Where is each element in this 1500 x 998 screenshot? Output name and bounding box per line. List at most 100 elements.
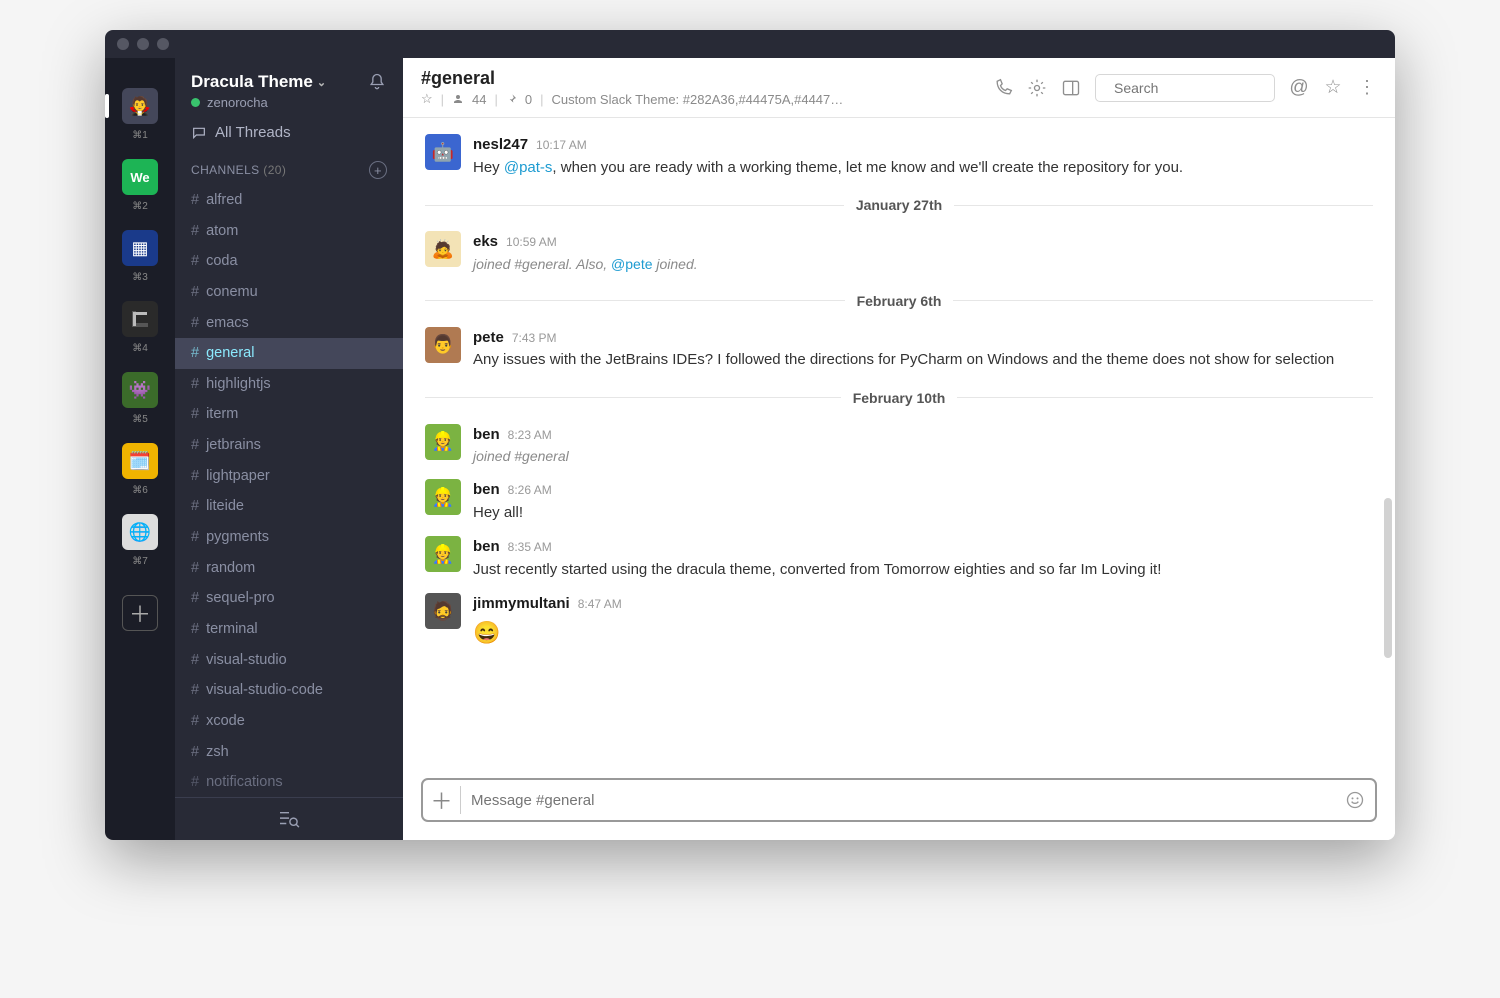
channel-emacs[interactable]: #emacs (175, 308, 403, 339)
channels-section-header: CHANNELS (20) + (175, 147, 403, 185)
details-pane-icon[interactable] (1061, 78, 1081, 98)
message-row: 🙇 eks 10:59 AM joined #general. Also, @pe… (403, 225, 1395, 281)
workspace-item-2[interactable]: We (122, 159, 158, 195)
avatar[interactable]: 🙇 (425, 231, 461, 267)
avatar[interactable]: 👷 (425, 536, 461, 572)
message-row: 👨 pete 7:43 PM Any issues with the JetBra… (403, 321, 1395, 378)
channel-highlightjs[interactable]: #highlightjs (175, 369, 403, 400)
members-icon (452, 93, 464, 105)
message-text: Just recently started using the dracula … (473, 559, 1373, 582)
avatar[interactable]: 🧔 (425, 593, 461, 629)
traffic-light-close[interactable] (117, 38, 129, 50)
mention-link[interactable]: @pete (611, 256, 652, 272)
avatar[interactable]: 👷 (425, 424, 461, 460)
workspace-item-6[interactable]: 🗓️ (122, 443, 158, 479)
channel-jetbrains[interactable]: #jetbrains (175, 430, 403, 461)
channel-topic[interactable]: Custom Slack Theme: #282A36,#44475A,#444… (552, 92, 844, 107)
system-message: joined #general (473, 446, 1373, 467)
date-divider: February 10th (425, 390, 1373, 406)
message-composer: ＋ (403, 768, 1395, 840)
team-name-label: Dracula Theme (191, 72, 313, 92)
channel-list: #alfred #atom #coda #conemu #emacs #gene… (175, 185, 403, 797)
scrollbar[interactable] (1384, 498, 1392, 658)
channel-visual-studio[interactable]: #visual-studio (175, 645, 403, 676)
traffic-light-minimize[interactable] (137, 38, 149, 50)
channel-iterm[interactable]: #iterm (175, 399, 403, 430)
workspace-shortcut-2: ⌘2 (132, 201, 148, 212)
workspace-item-4[interactable] (122, 301, 158, 337)
channel-atom[interactable]: #atom (175, 216, 403, 247)
message-author[interactable]: pete (473, 327, 504, 350)
quick-switcher-icon (278, 810, 300, 828)
emoji-picker-icon[interactable] (1345, 790, 1365, 810)
avatar[interactable]: 👷 (425, 479, 461, 515)
traffic-light-zoom[interactable] (157, 38, 169, 50)
avatar[interactable]: 🤖 (425, 134, 461, 170)
channel-alfred[interactable]: #alfred (175, 185, 403, 216)
message-time: 10:59 AM (506, 233, 557, 251)
current-user-label: zenorocha (207, 95, 268, 110)
workspace-item-3[interactable]: ▦ (122, 230, 158, 266)
more-menu-icon[interactable]: ⋮ (1357, 78, 1377, 98)
message-author[interactable]: nesl247 (473, 134, 528, 157)
member-count[interactable]: 44 (472, 92, 486, 107)
channel-sequel-pro[interactable]: #sequel-pro (175, 583, 403, 614)
call-icon[interactable] (993, 78, 1013, 98)
message-row: 👷 ben 8:35 AM Just recently started using… (403, 530, 1395, 587)
message-time: 8:35 AM (508, 538, 552, 556)
quick-switcher-button[interactable] (175, 797, 403, 840)
team-switcher[interactable]: Dracula Theme ⌄ (191, 72, 326, 92)
channel-lightpaper[interactable]: #lightpaper (175, 461, 403, 492)
mentions-icon[interactable]: @ (1289, 78, 1309, 98)
channel-content: #general ☆| 44| 0| Custom Slack Theme: #… (403, 58, 1395, 840)
message-author[interactable]: ben (473, 536, 500, 559)
message-time: 10:17 AM (536, 136, 587, 154)
message-time: 7:43 PM (512, 329, 557, 347)
channel-terminal[interactable]: #terminal (175, 614, 403, 645)
add-channel-button[interactable]: + (369, 161, 387, 179)
workspace-shortcut-6: ⌘6 (132, 485, 148, 496)
workspace-item-7[interactable]: 🌐 (122, 514, 158, 550)
app-main: 🧛 ⌘1 We ⌘2 ▦ ⌘3 ⌘4 👾 ⌘5 🗓️ ⌘6 🌐 ⌘7 ＋ (105, 58, 1395, 840)
compose-input[interactable] (471, 792, 1335, 809)
workspace-item-5[interactable]: 👾 (122, 372, 158, 408)
message-author[interactable]: jimmymultani (473, 593, 570, 616)
user-presence[interactable]: zenorocha (191, 95, 326, 110)
notifications-bell-icon[interactable] (367, 72, 387, 92)
channel-random[interactable]: #random (175, 553, 403, 584)
search-input[interactable] (1114, 80, 1295, 96)
channel-conemu[interactable]: #conemu (175, 277, 403, 308)
channel-title: #general (421, 68, 843, 89)
pin-icon (506, 93, 517, 105)
star-icon[interactable]: ☆ (421, 91, 433, 107)
attach-plus-icon[interactable]: ＋ (433, 786, 461, 814)
channel-zsh[interactable]: #zsh (175, 737, 403, 768)
message-row: 👷 ben8:26 AM Hey all! (403, 473, 1395, 530)
search-box[interactable] (1095, 74, 1275, 102)
all-threads-button[interactable]: All Threads (175, 118, 403, 147)
workspace-item-1[interactable]: 🧛 (122, 88, 158, 124)
app-window: 🧛 ⌘1 We ⌘2 ▦ ⌘3 ⌘4 👾 ⌘5 🗓️ ⌘6 🌐 ⌘7 ＋ (105, 30, 1395, 840)
settings-gear-icon[interactable] (1027, 78, 1047, 98)
channel-visual-studio-code[interactable]: #visual-studio-code (175, 675, 403, 706)
channel-coda[interactable]: #coda (175, 246, 403, 277)
message-author[interactable]: ben (473, 424, 500, 447)
team-header: Dracula Theme ⌄ zenorocha (175, 58, 403, 118)
workspace-shortcut-5: ⌘5 (132, 414, 148, 425)
channel-general[interactable]: #general (175, 338, 403, 369)
channels-count: (20) (263, 163, 286, 177)
system-message: joined #general. Also, @pete joined. (473, 254, 1373, 275)
channel-liteide[interactable]: #liteide (175, 491, 403, 522)
message-author[interactable]: ben (473, 479, 500, 502)
compose-box[interactable]: ＋ (421, 778, 1377, 822)
avatar[interactable]: 👨 (425, 327, 461, 363)
channel-xcode[interactable]: #xcode (175, 706, 403, 737)
mention-link[interactable]: @pat-s (504, 159, 553, 176)
star-items-icon[interactable]: ☆ (1323, 78, 1343, 98)
pin-count[interactable]: 0 (525, 92, 532, 107)
message-text: Any issues with the JetBrains IDEs? I fo… (473, 349, 1373, 372)
channel-notifications[interactable]: #notifications (175, 767, 403, 797)
message-author[interactable]: eks (473, 231, 498, 254)
channel-pygments[interactable]: #pygments (175, 522, 403, 553)
add-workspace-button[interactable]: ＋ (122, 595, 158, 631)
